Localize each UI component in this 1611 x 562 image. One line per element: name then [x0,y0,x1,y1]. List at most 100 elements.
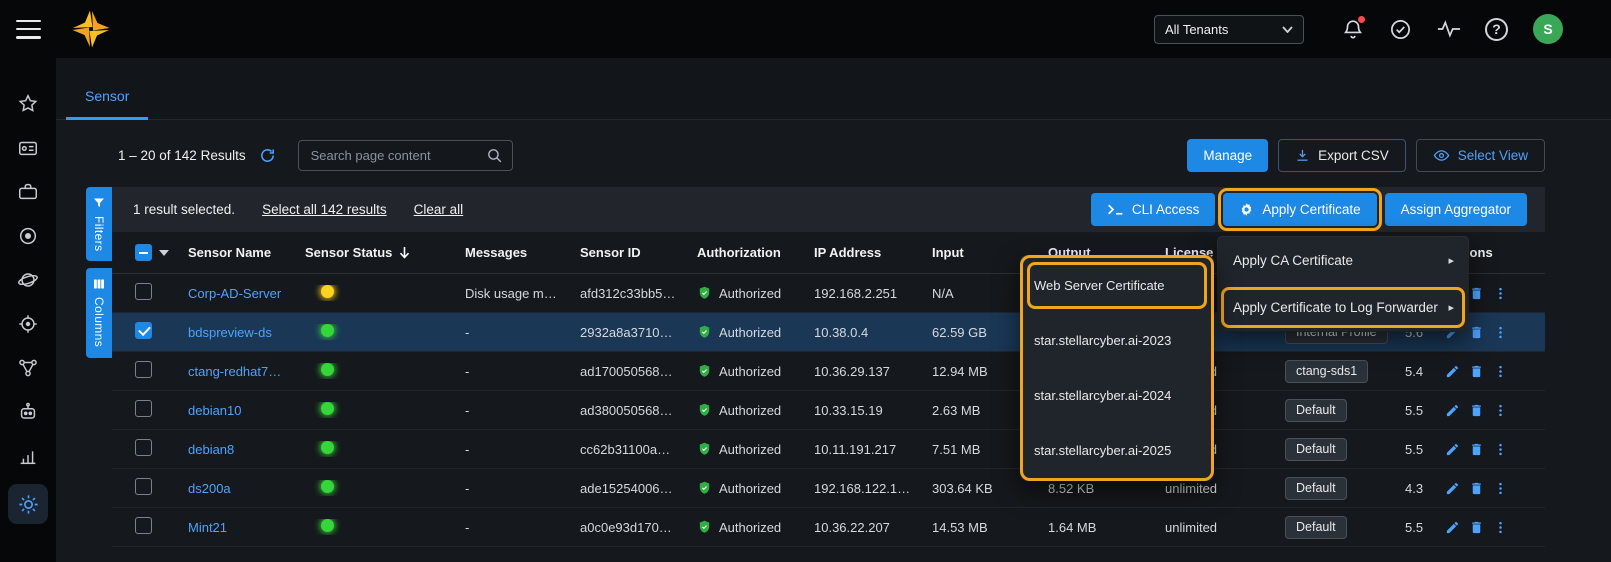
target-icon [17,313,39,335]
clear-all-link[interactable]: Clear all [414,202,464,217]
more-actions-icon[interactable] [1493,481,1508,496]
delete-icon[interactable] [1469,481,1484,496]
results-summary: 1 – 20 of 142 Results [118,148,246,163]
edit-icon[interactable] [1445,481,1460,496]
submenu-item[interactable]: star.stellarcyber.ai-2025 [1021,423,1213,478]
delete-icon[interactable] [1469,442,1484,457]
cli-access-button[interactable]: CLI Access [1091,193,1216,226]
edit-icon[interactable] [1445,364,1460,379]
sensor-name-link[interactable]: debian8 [188,442,234,457]
version-cell: 5.5 [1405,442,1437,457]
edit-icon[interactable] [1445,442,1460,457]
sensor-name-link[interactable]: ds200a [188,481,231,496]
sidebar-item-collect[interactable] [8,220,48,251]
sidebar-item-automation[interactable] [8,396,48,427]
assign-aggregator-button[interactable]: Assign Aggregator [1385,193,1527,226]
more-actions-icon[interactable] [1493,325,1508,340]
authorization-cell: Authorized [697,402,814,418]
status-dot [321,285,334,298]
notifications-bell-icon[interactable] [1339,16,1366,43]
status-dot [321,519,334,532]
column-header-sensor-id[interactable]: Sensor ID [580,245,697,260]
messages-cell: - [465,364,580,379]
export-csv-button[interactable]: Export CSV [1278,139,1406,172]
row-checkbox[interactable] [135,517,152,534]
status-dot [321,402,334,415]
more-actions-icon[interactable] [1493,403,1508,418]
sensor-name-link[interactable]: ctang-redhat7… [188,364,281,379]
column-header-sensor-name[interactable]: Sensor Name [188,245,305,260]
delete-icon[interactable] [1469,286,1484,301]
health-check-icon[interactable] [1387,16,1414,43]
sensor-name-link[interactable]: debian10 [188,403,242,418]
select-view-button[interactable]: Select View [1416,139,1545,172]
sidebar-item-licensing[interactable] [8,132,48,163]
row-checkbox[interactable] [135,400,152,417]
table-row[interactable]: debian10-ad380050568…Authorized10.33.15.… [112,391,1545,430]
submenu-item[interactable]: Web Server Certificate [1021,258,1213,313]
authorization-cell: Authorized [697,480,814,496]
column-header-authorization[interactable]: Authorization [697,245,814,260]
search-input[interactable] [298,140,513,171]
table-row[interactable]: debian8-cc62b31100a…Authorized10.11.191.… [112,430,1545,469]
delete-icon[interactable] [1469,364,1484,379]
delete-icon[interactable] [1469,520,1484,535]
sensor-id-cell: ad170050568… [580,364,697,379]
tenant-selector[interactable]: All Tenants [1154,15,1304,44]
table-row[interactable]: ds200a-ade15254006…Authorized192.168.122… [112,469,1545,508]
column-header-messages[interactable]: Messages [465,245,580,260]
manage-button[interactable]: Manage [1187,139,1268,172]
row-checkbox[interactable] [135,478,152,495]
sensor-name-link[interactable]: Mint21 [188,520,227,535]
refresh-icon[interactable] [259,147,276,164]
sidebar-item-detect[interactable] [8,308,48,339]
delete-icon[interactable] [1469,325,1484,340]
select-all-link[interactable]: Select all 142 results [262,202,387,217]
sidebar-item-respond[interactable] [8,352,48,383]
sidebar-item-cases[interactable] [8,176,48,207]
more-actions-icon[interactable] [1493,364,1508,379]
more-actions-icon[interactable] [1493,286,1508,301]
star-icon [17,93,39,115]
edit-icon[interactable] [1445,403,1460,418]
filters-tab[interactable]: Filters [86,187,112,261]
select-all-checkbox[interactable] [135,244,152,261]
sidebar-item-explore[interactable] [8,264,48,295]
authorized-shield-icon [697,402,712,418]
license-card-icon [17,137,39,159]
column-header-sensor-status[interactable]: Sensor Status [305,245,465,260]
table-row[interactable]: Mint21-a0c0e93d170…Authorized10.36.22.20… [112,508,1545,547]
delete-icon[interactable] [1469,403,1484,418]
column-header-ip-address[interactable]: IP Address [814,245,932,260]
tab-sensor[interactable]: Sensor [66,88,148,119]
sensor-name-link[interactable]: Corp-AD-Server [188,286,281,301]
activity-pulse-icon[interactable] [1435,16,1462,43]
row-checkbox[interactable] [135,283,152,300]
submenu-item[interactable]: star.stellarcyber.ai-2023 [1021,313,1213,368]
submenu-item[interactable]: star.stellarcyber.ai-2024 [1021,368,1213,423]
help-icon[interactable]: ? [1483,16,1510,43]
sidebar-item-reports[interactable] [8,440,48,471]
menu-item-apply-certificate-to-log-forwarder[interactable]: Apply Certificate to Log Forwarder ▸ [1218,284,1468,331]
stellar-cyber-logo[interactable] [71,9,111,49]
menu-item-apply-ca-certificate[interactable]: Apply CA Certificate ▸ [1218,237,1468,284]
table-row[interactable]: ctang-redhat7…-ad170050568…Authorized10.… [112,352,1545,391]
selection-menu-caret-icon[interactable] [159,250,169,256]
apply-certificate-button[interactable]: Apply Certificate [1223,193,1376,226]
more-actions-icon[interactable] [1493,442,1508,457]
row-checkbox[interactable] [135,361,152,378]
sidebar [0,58,56,562]
row-checkbox[interactable] [135,439,152,456]
sensor-id-cell: ad380050568… [580,403,697,418]
hamburger-menu-icon[interactable] [16,20,41,39]
more-actions-icon[interactable] [1493,520,1508,535]
sidebar-item-settings[interactable] [8,484,48,524]
edit-icon[interactable] [1445,520,1460,535]
ip-address-cell: 10.36.22.207 [814,520,932,535]
columns-tab[interactable]: Columns [86,268,112,357]
sidebar-item-favorites[interactable] [8,88,48,119]
row-checkbox[interactable] [135,322,152,339]
user-avatar[interactable]: S [1533,14,1563,44]
sensor-name-link[interactable]: bdspreview-ds [188,325,272,340]
profile-badge: Default [1285,399,1347,422]
